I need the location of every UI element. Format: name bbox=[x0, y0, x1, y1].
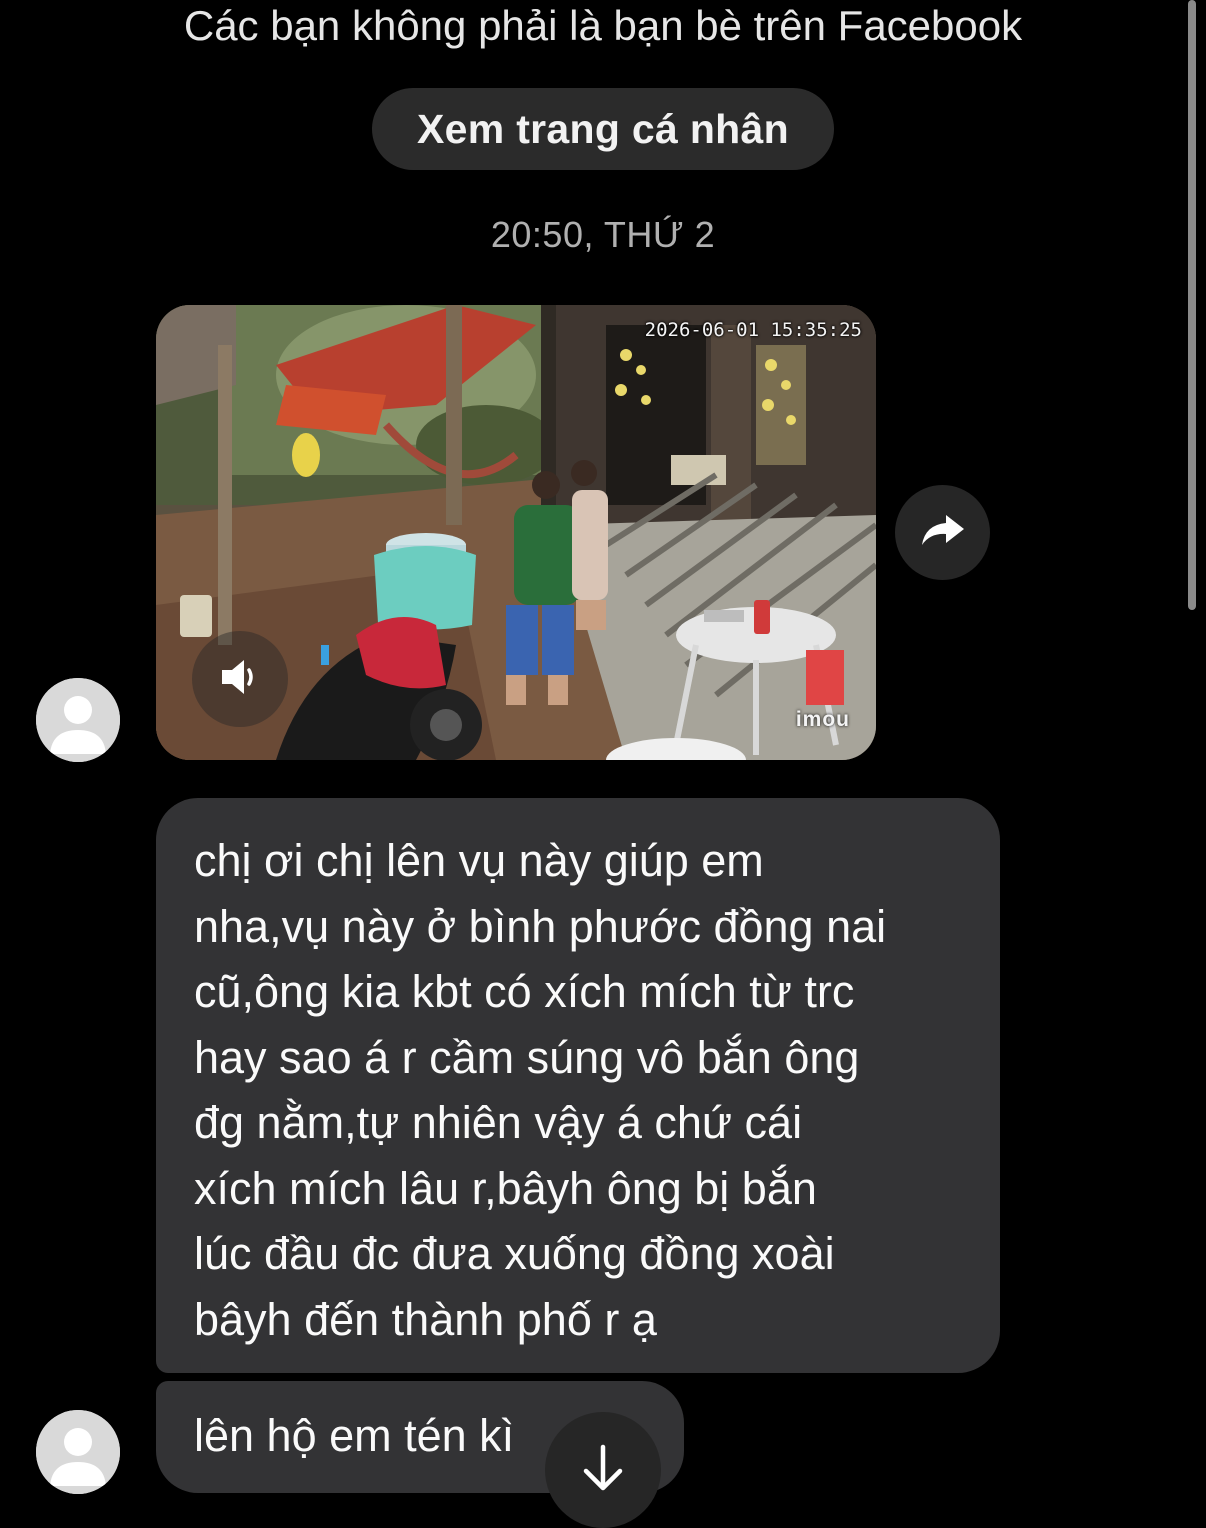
sender-avatar[interactable] bbox=[36, 678, 120, 762]
share-arrow-icon bbox=[920, 513, 966, 552]
message-line: đg nằm,tự nhiên vậy á chứ cái bbox=[194, 1097, 803, 1148]
speaker-icon bbox=[218, 657, 262, 702]
message-line: cũ,ông kia kbt có xích mích từ trc bbox=[194, 966, 855, 1017]
message-line: chị ơi chị lên vụ này giúp em bbox=[194, 835, 764, 886]
message-line: xích mích lâu r,bâyh ông bị bắn bbox=[194, 1162, 817, 1214]
not-friends-notice: Các bạn không phải là bạn bè trên Facebo… bbox=[183, 2, 1023, 49]
camera-brand-watermark: imou bbox=[795, 708, 850, 731]
message-line: bâyh đến thành phố r ạ bbox=[194, 1293, 657, 1345]
scroll-to-bottom-button[interactable] bbox=[545, 1412, 661, 1528]
scrollbar[interactable] bbox=[1188, 0, 1196, 610]
conversation-timestamp: 20:50, THỨ 2 bbox=[490, 214, 716, 255]
video-message[interactable]: 2026-06-01 15:35:25 imou bbox=[156, 305, 876, 760]
view-profile-button[interactable]: Xem trang cá nhân bbox=[372, 88, 834, 170]
share-button[interactable] bbox=[895, 485, 990, 580]
message-line: lúc đầu đc đưa xuống đồng xoài bbox=[194, 1228, 835, 1279]
message-line: hay sao á r cầm súng vô bắn ông bbox=[194, 1031, 860, 1083]
message-bubble[interactable]: chị ơi chị lên vụ này giúp em nha,vụ này… bbox=[156, 798, 1000, 1373]
default-avatar-icon bbox=[36, 678, 120, 762]
message-line: nha,vụ này ở bình phước đồng nai bbox=[194, 900, 887, 952]
arrow-down-icon bbox=[581, 1443, 625, 1498]
default-avatar-icon bbox=[36, 1410, 120, 1494]
sound-toggle-button[interactable] bbox=[192, 631, 288, 727]
camera-timestamp: 2026-06-01 15:35:25 bbox=[644, 319, 862, 341]
sender-avatar[interactable] bbox=[36, 1410, 120, 1494]
